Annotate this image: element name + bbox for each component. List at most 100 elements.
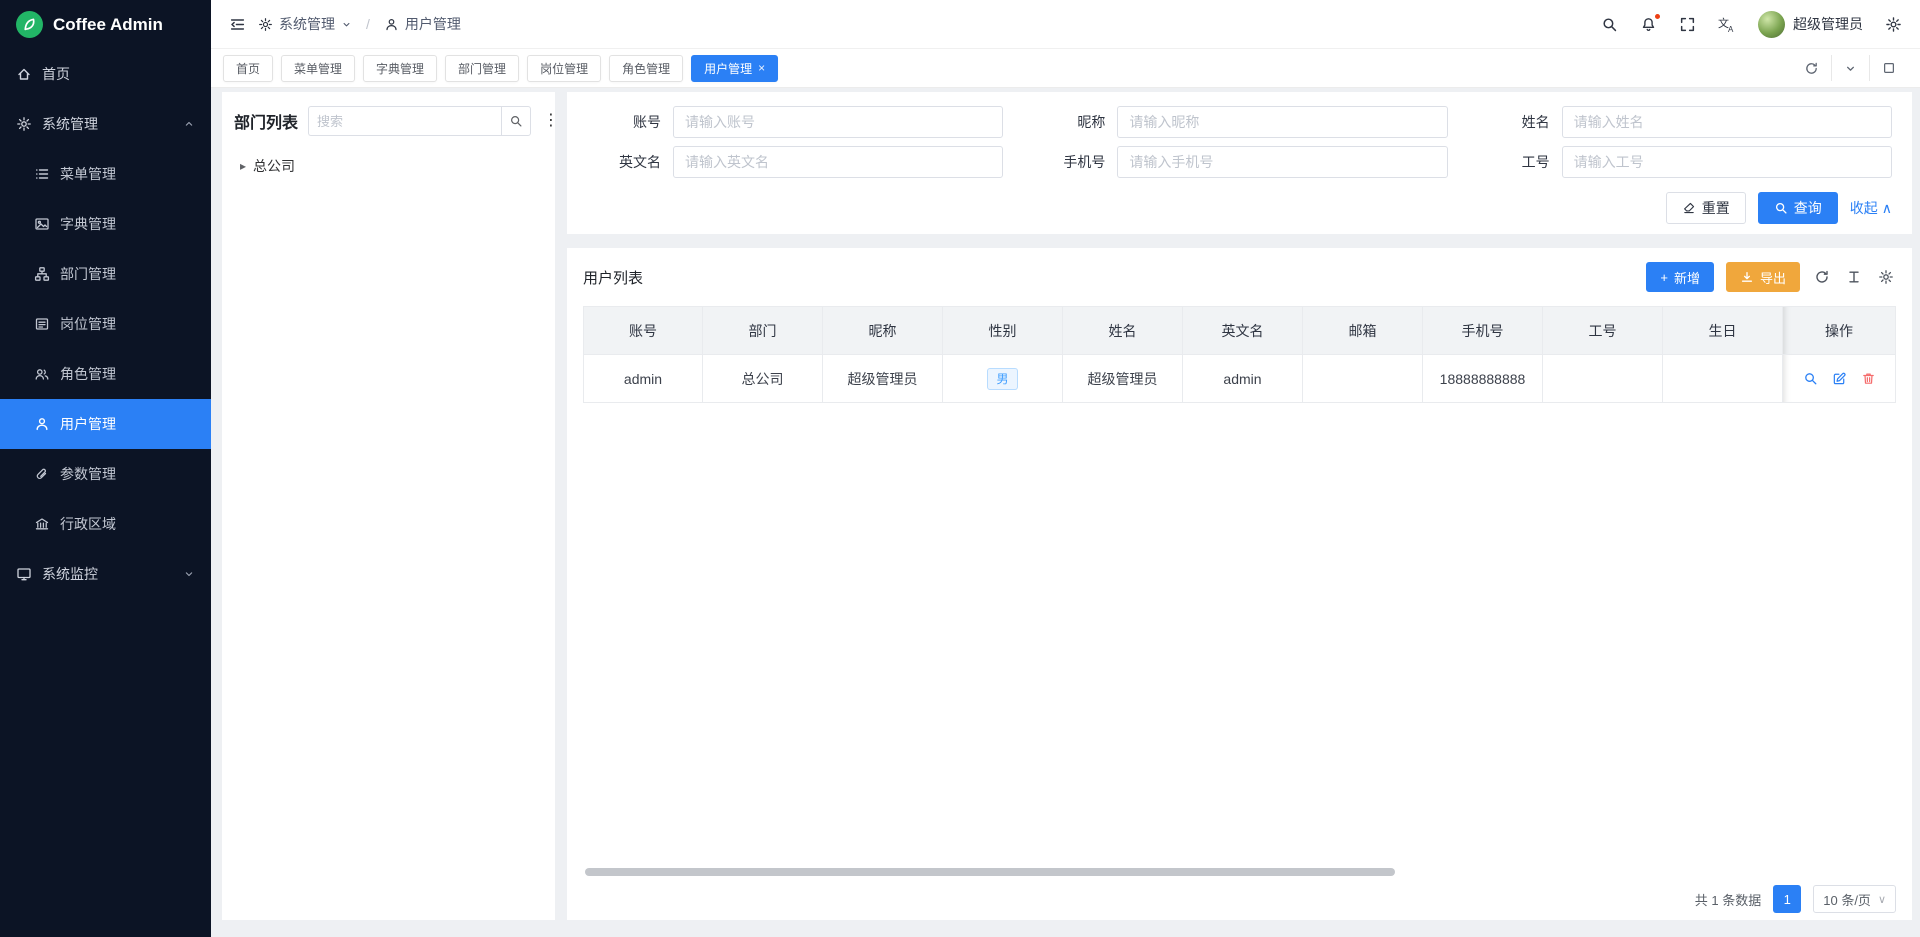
edit-row-icon[interactable] xyxy=(1832,371,1847,386)
tab-menu-mgmt[interactable]: 菜单管理 xyxy=(281,55,355,82)
sidebar-item-param-mgmt[interactable]: 参数管理 xyxy=(0,449,211,499)
sidebar-item-role-mgmt[interactable]: 角色管理 xyxy=(0,349,211,399)
field-label: 昵称 xyxy=(1031,112,1117,132)
caret-right-icon[interactable]: ▸ xyxy=(240,159,246,173)
query-button[interactable]: 查询 xyxy=(1758,192,1838,224)
chevron-down-icon: ∨ xyxy=(1878,893,1886,906)
pagination: 共 1 条数据 1 10 条/页 ∨ xyxy=(1695,885,1896,913)
user-table: 账号 部门 昵称 性别 姓名 英文名 邮箱 手机号 工号 生日 操作 admin… xyxy=(583,306,1896,403)
nickname-input[interactable] xyxy=(1117,106,1447,138)
search-icon xyxy=(509,114,523,128)
person-icon xyxy=(384,17,399,32)
sidebar-item-user-mgmt[interactable]: 用户管理 xyxy=(0,399,211,449)
gender-tag: 男 xyxy=(987,368,1017,390)
notification-bell-icon[interactable] xyxy=(1640,16,1657,33)
sidebar-item-system[interactable]: 系统管理 xyxy=(0,99,211,149)
breadcrumb-system[interactable]: 系统管理 xyxy=(258,14,352,34)
sidebar-item-label: 用户管理 xyxy=(60,414,116,434)
plus-icon: + xyxy=(1660,270,1668,285)
settings-gear-icon[interactable] xyxy=(1885,16,1902,33)
account-input[interactable] xyxy=(673,106,1003,138)
badge-icon xyxy=(34,316,50,332)
col-birthday: 生日 xyxy=(1663,307,1783,354)
tab-dept-mgmt[interactable]: 部门管理 xyxy=(445,55,519,82)
refresh-icon[interactable] xyxy=(1812,267,1832,287)
sidebar-menu: 首页 系统管理 菜单管理 字典管理 xyxy=(0,49,211,599)
gear-icon xyxy=(16,116,32,132)
name-input[interactable] xyxy=(1562,106,1892,138)
download-icon xyxy=(1740,270,1754,284)
cell-nickname: 超级管理员 xyxy=(823,355,943,402)
search-icon[interactable] xyxy=(1601,16,1618,33)
tab-role-mgmt[interactable]: 角色管理 xyxy=(609,55,683,82)
app-title: Coffee Admin xyxy=(53,15,163,35)
maximize-icon[interactable] xyxy=(1869,55,1908,81)
cell-dept: 总公司 xyxy=(703,355,823,402)
fullscreen-icon[interactable] xyxy=(1679,16,1696,33)
user-menu[interactable]: 超级管理员 xyxy=(1758,11,1863,38)
en-name-input[interactable] xyxy=(673,146,1003,178)
tab-dict-mgmt[interactable]: 字典管理 xyxy=(363,55,437,82)
cell-en-name: admin xyxy=(1183,355,1303,402)
col-phone: 手机号 xyxy=(1423,307,1543,354)
field-label: 英文名 xyxy=(587,152,673,172)
view-row-icon[interactable] xyxy=(1803,371,1818,386)
tree-node-company[interactable]: ▸ 总公司 xyxy=(234,152,543,180)
sidebar-item-dict-mgmt[interactable]: 字典管理 xyxy=(0,199,211,249)
tab-home[interactable]: 首页 xyxy=(223,55,273,82)
chevron-up-icon: ∧ xyxy=(1882,200,1892,217)
export-button[interactable]: 导出 xyxy=(1726,262,1800,292)
sidebar-item-label: 部门管理 xyxy=(60,264,116,284)
horizontal-scrollbar[interactable] xyxy=(585,868,1395,876)
delete-row-icon[interactable] xyxy=(1861,371,1876,386)
sidebar-item-label: 行政区域 xyxy=(60,514,116,534)
tab-label: 岗位管理 xyxy=(540,60,588,77)
tab-label: 字典管理 xyxy=(376,60,424,77)
field-job-no: 工号 xyxy=(1476,146,1892,178)
list-icon xyxy=(34,166,50,182)
sidebar-item-monitor[interactable]: 系统监控 xyxy=(0,549,211,599)
sidebar-item-menu-mgmt[interactable]: 菜单管理 xyxy=(0,149,211,199)
more-icon[interactable]: ⋮ xyxy=(541,113,561,129)
department-search-input[interactable] xyxy=(308,106,501,136)
page-size-select[interactable]: 10 条/页 ∨ xyxy=(1813,885,1896,913)
collapse-sidebar-icon[interactable] xyxy=(229,16,246,33)
collapse-filters-link[interactable]: 收起 ∧ xyxy=(1850,198,1892,218)
table-settings-gear-icon[interactable] xyxy=(1876,267,1896,287)
tab-user-mgmt[interactable]: 用户管理 × xyxy=(691,55,778,82)
add-user-button[interactable]: + 新增 xyxy=(1646,262,1714,292)
tree-node-label: 总公司 xyxy=(253,156,295,176)
table-header-row: 账号 部门 昵称 性别 姓名 英文名 邮箱 手机号 工号 生日 操作 xyxy=(583,307,1896,355)
sidebar-item-post-mgmt[interactable]: 岗位管理 xyxy=(0,299,211,349)
page-number-button[interactable]: 1 xyxy=(1773,885,1801,913)
sidebar-item-home[interactable]: 首页 xyxy=(0,49,211,99)
breadcrumb-label: 系统管理 xyxy=(279,14,335,34)
breadcrumb-separator: / xyxy=(366,16,370,32)
department-search-button[interactable] xyxy=(501,106,531,136)
tabs-dropdown-chevron-icon[interactable] xyxy=(1831,55,1869,81)
user-name: 超级管理员 xyxy=(1793,14,1863,34)
sidebar-item-region-mgmt[interactable]: 行政区域 xyxy=(0,499,211,549)
field-label: 姓名 xyxy=(1476,112,1562,132)
translate-icon[interactable]: 文A xyxy=(1718,15,1736,33)
sidebar-item-dept-mgmt[interactable]: 部门管理 xyxy=(0,249,211,299)
close-icon[interactable]: × xyxy=(758,62,765,74)
sidebar-item-label: 系统监控 xyxy=(42,564,98,584)
col-gender: 性别 xyxy=(943,307,1063,354)
reset-button[interactable]: 重置 xyxy=(1666,192,1746,224)
avatar xyxy=(1758,11,1785,38)
job-no-input[interactable] xyxy=(1562,146,1892,178)
col-name: 姓名 xyxy=(1063,307,1183,354)
tab-post-mgmt[interactable]: 岗位管理 xyxy=(527,55,601,82)
col-job-no: 工号 xyxy=(1543,307,1663,354)
coffee-logo-icon xyxy=(16,11,43,38)
column-height-icon[interactable] xyxy=(1844,267,1864,287)
col-actions: 操作 xyxy=(1783,307,1896,354)
refresh-icon[interactable] xyxy=(1792,55,1831,81)
sidebar-item-label: 岗位管理 xyxy=(60,314,116,334)
sidebar-item-label: 首页 xyxy=(42,64,70,84)
user-table-card: 用户列表 + 新增 导出 xyxy=(567,248,1912,920)
phone-input[interactable] xyxy=(1117,146,1447,178)
breadcrumb-user-mgmt[interactable]: 用户管理 xyxy=(384,14,461,34)
search-form-card: 账号 昵称 姓名 英文名 手机号 xyxy=(567,92,1912,234)
